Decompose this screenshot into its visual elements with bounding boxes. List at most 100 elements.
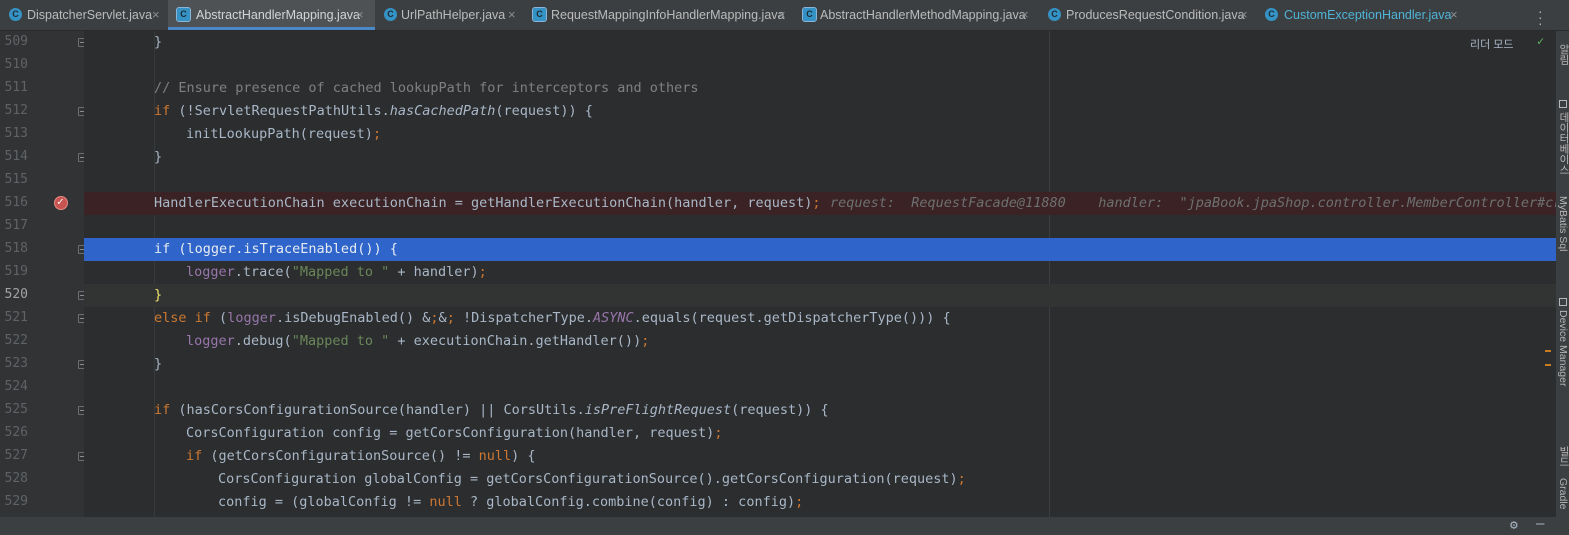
scrollbar-marker[interactable] — [1545, 350, 1551, 352]
close-icon[interactable]: × — [152, 0, 160, 30]
tab-label: DispatcherServlet.java — [27, 8, 153, 22]
line-number: 509 — [4, 34, 28, 49]
tab-label: AbstractHandlerMapping.java — [196, 8, 360, 22]
scrollbar-marker[interactable] — [1545, 364, 1551, 366]
selected-line: if (logger.isTraceEnabled()) { — [84, 238, 1556, 261]
gradle-panel-tab[interactable]: Gradle — [1557, 478, 1569, 510]
code-text: } — [154, 356, 163, 372]
line-number: 527 — [4, 448, 28, 463]
tab-produces-request-condition[interactable]: C ProducesRequestCondition.java × — [1040, 0, 1258, 30]
line-number: 515 — [4, 172, 28, 187]
code-text: if (logger.isTraceEnabled()) { — [154, 241, 398, 257]
code-text: logger.debug("Mapped to " + executionCha… — [186, 333, 650, 349]
code-line: } — [84, 146, 1556, 169]
code-line: if (getCorsConfigurationSource() != null… — [84, 445, 1556, 468]
code-line: // Ensure presence of cached lookupPath … — [84, 77, 1556, 100]
code-line: initLookupPath(request); — [84, 123, 1556, 146]
code-text: HandlerExecutionChain executionChain = g… — [154, 195, 821, 211]
tab-label: ProducesRequestCondition.java — [1066, 8, 1245, 22]
code-line: logger.trace("Mapped to " + handler); — [84, 261, 1556, 284]
code-comment: // Ensure presence of cached lookupPath … — [154, 80, 699, 96]
reader-mode-button[interactable]: 리더 모드 — [1470, 36, 1514, 52]
line-number: 523 — [4, 356, 28, 371]
tab-custom-exception-handler[interactable]: C CustomExceptionHandler.java × — [1258, 0, 1468, 30]
code-text: if (getCorsConfigurationSource() != null… — [186, 448, 536, 464]
code-text: if (!ServletRequestPathUtils.hasCachedPa… — [154, 103, 593, 119]
line-number: 517 — [4, 218, 28, 233]
notifications-panel-tab[interactable]: 알림 — [1557, 44, 1569, 65]
line-number: 519 — [4, 264, 28, 279]
tab-label: AbstractHandlerMethodMapping.java — [820, 8, 1026, 22]
code-line: if (hasCorsConfigurationSource(handler) … — [84, 399, 1556, 422]
more-tabs-icon[interactable]: · · · — [1538, 4, 1543, 30]
database-panel-tab[interactable]: 데이터베이스 — [1557, 112, 1569, 175]
line-number: 518 — [4, 241, 28, 256]
line-number: 511 — [4, 80, 28, 95]
mybatis-sql-panel-tab[interactable]: MyBatis Sql — [1557, 196, 1569, 251]
class-icon: C — [1048, 8, 1061, 21]
code-text: config = (globalConfig != null ? globalC… — [218, 494, 804, 510]
line-number: 521 — [4, 310, 28, 325]
line-number: 524 — [4, 379, 28, 394]
code-text: else if (logger.isDebugEnabled() &;&; !D… — [154, 310, 951, 326]
device-manager-icon — [1559, 298, 1567, 306]
device-manager-panel-tab[interactable]: Device Manager — [1557, 310, 1569, 386]
close-icon[interactable]: × — [1240, 0, 1248, 30]
code-line: config = (globalConfig != null ? globalC… — [84, 491, 1556, 514]
code-text: initLookupPath(request); — [186, 126, 382, 142]
close-icon[interactable]: × — [1450, 0, 1458, 30]
breakpoint-icon[interactable] — [54, 195, 68, 210]
line-number: 510 — [4, 57, 28, 72]
minimize-icon[interactable]: — — [1536, 516, 1544, 532]
close-icon[interactable]: × — [1021, 0, 1029, 30]
tab-url-path-helper[interactable]: C UrlPathHelper.java × — [375, 0, 525, 30]
caret-line: } — [84, 284, 1556, 307]
gear-icon[interactable]: ⚙ — [1510, 518, 1518, 533]
code-text: CorsConfiguration globalConfig = getCors… — [218, 471, 966, 487]
abstract-class-icon: C — [802, 7, 817, 22]
code-text: if (hasCorsConfigurationSource(handler) … — [154, 402, 829, 418]
code-text: CorsConfiguration config = getCorsConfig… — [186, 425, 723, 441]
code-text: } — [154, 34, 163, 50]
code-line: else if (logger.isDebugEnabled() &;&; !D… — [84, 307, 1556, 330]
abstract-class-icon: C — [176, 7, 191, 22]
code-line: CorsConfiguration config = getCorsConfig… — [84, 422, 1556, 445]
close-icon[interactable]: × — [508, 0, 516, 30]
editor-tab-bar: C DispatcherServlet.java × C AbstractHan… — [0, 0, 1569, 31]
code-line: } — [84, 353, 1556, 376]
close-icon[interactable]: × — [778, 0, 786, 30]
abstract-class-icon: C — [532, 7, 547, 22]
build-panel-tab[interactable]: 빌드 — [1557, 446, 1569, 467]
tab-abstract-handler-mapping[interactable]: C AbstractHandlerMapping.java × — [168, 0, 375, 30]
tab-abstract-handler-method-mapping[interactable]: C AbstractHandlerMethodMapping.java × — [795, 0, 1040, 30]
code-text: } — [154, 287, 163, 303]
class-icon: C — [9, 8, 22, 21]
line-number: 522 — [4, 333, 28, 348]
bottom-bar: ⚙ — — [0, 516, 1569, 535]
code-line: if (!ServletRequestPathUtils.hasCachedPa… — [84, 100, 1556, 123]
editor-gutter: 509 510 511 512 513 514 515 516 517 518 … — [0, 31, 87, 517]
code-editor[interactable]: } // Ensure presence of cached lookupPat… — [84, 31, 1556, 517]
tab-dispatcher-servlet[interactable]: C DispatcherServlet.java × — [0, 0, 168, 30]
line-number: 512 — [4, 103, 28, 118]
code-text: } — [154, 149, 163, 165]
class-icon: C — [384, 8, 397, 21]
tab-label: RequestMappingInfoHandlerMapping.java — [551, 8, 785, 22]
line-number: 529 — [4, 494, 28, 509]
code-line: } — [84, 31, 1556, 54]
breakpoint-line: HandlerExecutionChain executionChain = g… — [84, 192, 1556, 215]
line-number: 514 — [4, 149, 28, 164]
line-number-current: 520 — [4, 287, 28, 302]
code-line: CorsConfiguration globalConfig = getCors… — [84, 468, 1556, 491]
tab-request-mapping-info-handler-mapping[interactable]: C RequestMappingInfoHandlerMapping.java … — [525, 0, 795, 30]
line-number: 516 — [4, 195, 28, 210]
tab-label: CustomExceptionHandler.java — [1284, 8, 1452, 22]
inline-debug-values: request: RequestFacade@11880 handler: "j… — [830, 195, 1556, 211]
close-icon[interactable]: × — [356, 0, 364, 30]
class-icon: C — [1265, 8, 1278, 21]
check-icon: ✓ — [1537, 34, 1545, 48]
